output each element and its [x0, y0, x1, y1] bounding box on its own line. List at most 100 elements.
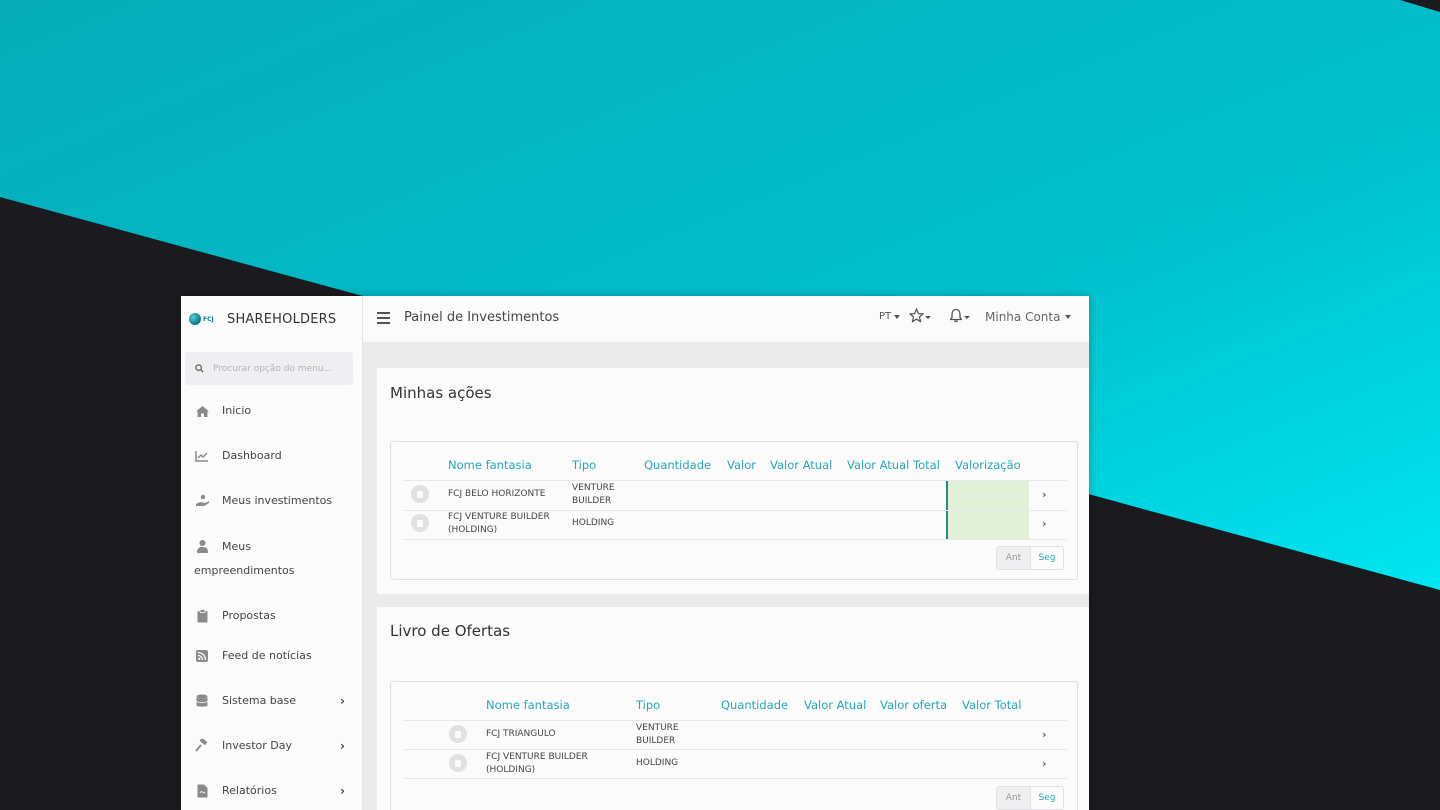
sidebar-item-meus-empreendimentos[interactable]: Meus empreendimentos: [181, 538, 363, 578]
bell-icon: [949, 308, 963, 327]
rss-icon: [194, 648, 210, 664]
company-icon: [449, 725, 467, 743]
column-header: Nome fantasia: [448, 458, 532, 472]
sidebar-item-label: Investor Day: [222, 739, 293, 752]
language-selector[interactable]: PT: [879, 311, 901, 322]
row-divider: [403, 720, 1067, 721]
caret-down-icon: [925, 316, 931, 319]
sidebar-item-meus-investimentos[interactable]: Meus investimentos: [181, 493, 363, 509]
sidebar-menu: Inicio Dashboard Meus investimentos Meus…: [181, 389, 363, 799]
sidebar-item-label: Meus: [222, 539, 251, 553]
pagination: Ant Seg: [996, 546, 1064, 570]
sidebar-item-label: Feed de notícias: [222, 649, 312, 662]
search-icon: [195, 364, 204, 373]
sidebar-item-investor-day[interactable]: Investor Day ›: [181, 738, 363, 754]
language-label: PT: [879, 311, 892, 322]
logo-text: FCJ: [203, 315, 214, 323]
account-label: Minha Conta: [985, 310, 1061, 324]
panel-title: Livro de Ofertas: [390, 622, 511, 640]
column-header: Valor Atual: [770, 458, 833, 472]
tipo-line: VENTURE: [572, 483, 615, 493]
notifications-button[interactable]: [949, 308, 970, 327]
sidebar-item-label-line2: empreendimentos: [194, 564, 295, 577]
sidebar-item-relatorios[interactable]: Relatórios ›: [181, 783, 363, 799]
brand: FCJ SHAREHOLDERS: [181, 296, 363, 342]
column-header: Valor Atual Total: [847, 458, 940, 472]
caret-down-icon: [964, 316, 970, 319]
row-chevron-icon[interactable]: ›: [1042, 488, 1047, 501]
nome-line: FCJ VENTURE BUILDER: [448, 512, 550, 522]
sidebar-item-dashboard[interactable]: Dashboard: [181, 448, 363, 464]
chevron-right-icon: ›: [340, 784, 345, 798]
sidebar-item-propostas[interactable]: Propostas: [181, 608, 363, 624]
menu-search: [185, 352, 353, 385]
sidebar-item-label: Meus investimentos: [222, 494, 333, 507]
sidebar: FCJ SHAREHOLDERS Inicio Dashboard: [181, 296, 363, 810]
sidebar-item-label: Sistema base: [222, 694, 297, 707]
caret-down-icon: [1065, 315, 1072, 319]
hamburger-menu-icon[interactable]: [377, 312, 390, 324]
nome-line: FCJ VENTURE BUILDER: [486, 752, 588, 762]
sidebar-item-label: Propostas: [222, 609, 276, 622]
app-title: SHAREHOLDERS: [227, 311, 337, 327]
column-header: Valorização: [955, 458, 1021, 472]
sidebar-item-sistema-base[interactable]: Sistema base ›: [181, 693, 363, 709]
nome-line: (HOLDING): [448, 525, 498, 535]
sidebar-item-feed-de-noticias[interactable]: Feed de notícias: [181, 648, 363, 664]
favorites-button[interactable]: [909, 308, 931, 327]
row-divider: [403, 539, 1067, 540]
minhas-acoes-panel: Minhas ações Nome fantasia Tipo Quantida…: [377, 368, 1089, 594]
globe-icon: [189, 313, 201, 325]
search-input[interactable]: [213, 363, 343, 374]
hand-coin-icon: [194, 493, 210, 509]
tipo-line: BUILDER: [636, 736, 676, 746]
caret-down-icon: [894, 314, 901, 319]
row-chevron-icon[interactable]: ›: [1042, 728, 1047, 741]
account-menu[interactable]: Minha Conta: [985, 310, 1072, 324]
acoes-table: Nome fantasia Tipo Quantidade Valor Valo…: [390, 441, 1078, 580]
table-cell-tipo: VENTURE BUILDER: [636, 722, 679, 748]
clipboard-icon: [194, 608, 210, 624]
sidebar-item-label: Relatórios: [222, 784, 277, 797]
prev-page-button[interactable]: Ant: [997, 547, 1030, 569]
company-icon: [449, 754, 467, 772]
next-page-button[interactable]: Seg: [1030, 547, 1063, 569]
chevron-right-icon: ›: [340, 694, 345, 708]
star-icon: [909, 308, 924, 327]
row-chevron-icon[interactable]: ›: [1042, 517, 1047, 530]
row-divider: [403, 749, 1067, 750]
prev-page-button[interactable]: Ant: [997, 787, 1030, 809]
nome-line: (HOLDING): [486, 765, 536, 775]
database-icon: [194, 693, 210, 709]
home-icon: [194, 403, 210, 419]
column-header: Tipo: [636, 698, 661, 712]
top-bar: Painel de Investimentos PT Minha Conta: [363, 296, 1089, 342]
column-header: Quantidade: [721, 698, 789, 712]
company-icon: [411, 485, 429, 503]
row-chevron-icon[interactable]: ›: [1042, 757, 1047, 770]
sidebar-item-label: Inicio: [222, 404, 252, 417]
column-header: Quantidade: [644, 458, 712, 472]
pdf-file-icon: [194, 783, 210, 799]
sidebar-item-label: Dashboard: [222, 449, 282, 462]
table-cell-nome: FCJ TRIANGULO: [486, 729, 556, 739]
column-header: Nome fantasia: [486, 698, 570, 712]
sidebar-item-inicio[interactable]: Inicio: [181, 403, 363, 419]
column-header: Valor Atual: [804, 698, 867, 712]
gavel-icon: [194, 738, 210, 754]
table-cell-tipo: VENTURE BUILDER: [572, 482, 615, 508]
panel-title: Minhas ações: [390, 384, 492, 402]
company-icon: [411, 514, 429, 532]
chevron-right-icon: ›: [340, 739, 345, 753]
tipo-line: BUILDER: [572, 496, 612, 506]
table-cell-nome: FCJ BELO HORIZONTE: [448, 489, 546, 499]
ofertas-table: Nome fantasia Tipo Quantidade Valor Atua…: [390, 681, 1078, 810]
tipo-line: VENTURE: [636, 723, 679, 733]
fcj-logo: FCJ: [189, 313, 223, 325]
pagination: Ant Seg: [996, 786, 1064, 810]
next-page-button[interactable]: Seg: [1030, 787, 1063, 809]
page-title: Painel de Investimentos: [404, 310, 560, 325]
row-divider: [403, 778, 1067, 779]
table-cell-tipo: HOLDING: [636, 758, 679, 768]
table-cell-tipo: HOLDING: [572, 518, 615, 528]
